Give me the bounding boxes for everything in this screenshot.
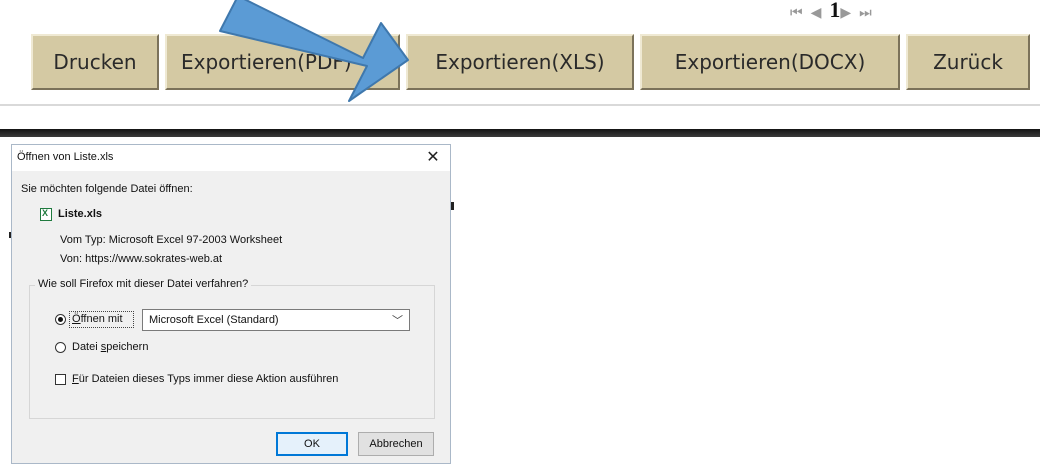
file-source-label: Von:	[60, 253, 83, 265]
chevron-down-icon: ﹀	[392, 315, 403, 327]
excel-file-icon	[40, 208, 52, 221]
file-source-row: Von: https://www.sokrates-web.at	[60, 253, 222, 265]
pager-last-icon[interactable]: ⏭	[859, 4, 880, 20]
report-toolbar: Drucken Exportieren(PDF) Exportieren(XLS…	[0, 30, 1040, 94]
file-source-value: https://www.sokrates-web.at	[85, 253, 223, 265]
cancel-button[interactable]: Abbrechen	[358, 432, 434, 456]
close-icon[interactable]: ✕	[422, 147, 444, 167]
ok-button[interactable]: OK	[276, 432, 348, 456]
page-content-dark-band	[0, 129, 1040, 137]
dialog-title: Öffnen von Liste.xls	[17, 151, 114, 163]
open-with-radio[interactable]	[55, 314, 66, 325]
back-button[interactable]: Zurück	[906, 34, 1030, 90]
action-group-label: Wie soll Firefox mit dieser Datei verfah…	[35, 278, 252, 290]
dialog-titlebar: Öffnen von Liste.xls ✕	[12, 145, 450, 171]
export-docx-button[interactable]: Exportieren(DOCX)	[640, 34, 900, 90]
pager-first-icon[interactable]: ⏮	[790, 4, 811, 20]
file-type-value: Microsoft Excel 97-2003 Worksheet	[108, 234, 283, 246]
toolbar-divider	[0, 104, 1040, 106]
save-file-radio[interactable]	[55, 342, 66, 353]
dialog-prompt: Sie möchten folgende Datei öffnen:	[21, 183, 193, 195]
save-file-label[interactable]: Datei speichern	[72, 341, 148, 353]
page-header-strip: ⏮◀1▶⏭	[0, 0, 1040, 22]
always-action-checkbox[interactable]	[55, 374, 66, 385]
open-with-select[interactable]: Microsoft Excel (Standard) ﹀	[142, 309, 410, 331]
pager: ⏮◀1▶⏭	[790, 0, 1030, 22]
open-with-label[interactable]: Öffnen mit	[72, 313, 123, 325]
file-type-label: Vom Typ:	[60, 234, 106, 246]
open-file-dialog: Öffnen von Liste.xls ✕ Sie möchten folge…	[11, 144, 451, 464]
always-action-label[interactable]: Für Dateien dieses Typs immer diese Akti…	[72, 373, 338, 385]
export-xls-button[interactable]: Exportieren(XLS)	[406, 34, 634, 90]
file-type-row: Vom Typ: Microsoft Excel 97-2003 Workshe…	[60, 234, 282, 246]
pager-prev-icon[interactable]: ◀	[811, 4, 830, 20]
page-title-cropped	[130, 0, 790, 12]
export-pdf-button[interactable]: Exportieren(PDF)	[165, 34, 400, 90]
page-edge-mark	[451, 202, 454, 210]
file-name: Liste.xls	[58, 208, 103, 220]
open-with-selected-value: Microsoft Excel (Standard)	[149, 314, 279, 326]
pager-page-number: 1	[829, 0, 841, 22]
pager-next-icon[interactable]: ▶	[840, 4, 859, 20]
print-button[interactable]: Drucken	[31, 34, 159, 90]
